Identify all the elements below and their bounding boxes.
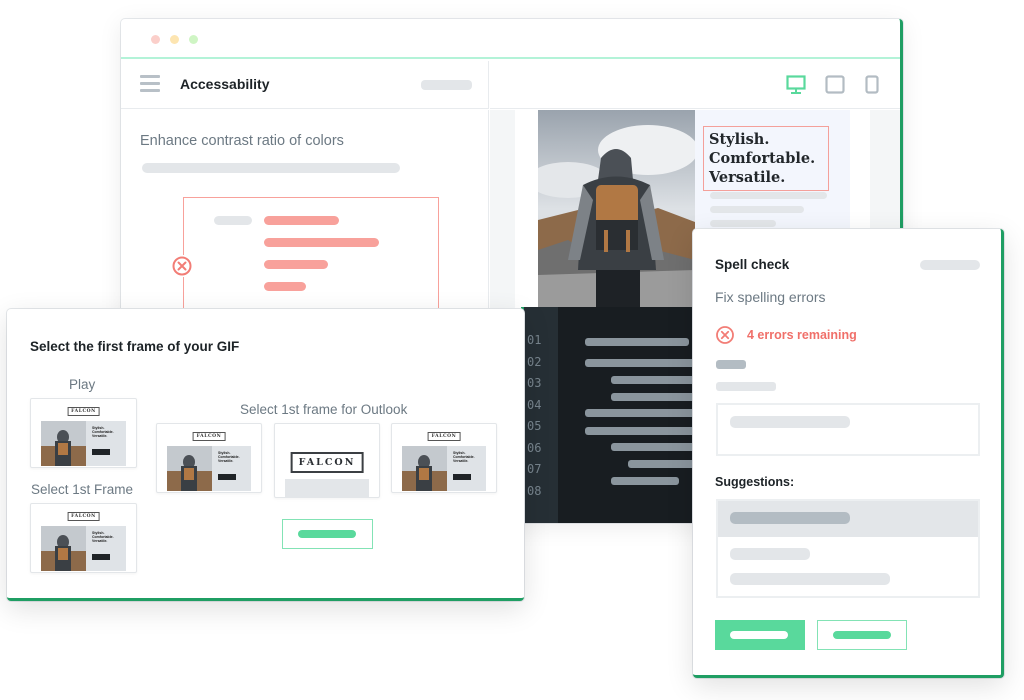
- errors-remaining-text: 4 errors remaining: [747, 328, 857, 342]
- window-titlebar: [121, 19, 900, 59]
- line-number: 01: [527, 333, 542, 347]
- thumbnail-headline: Stylish. Comfortable. Versatile.: [92, 531, 114, 543]
- headline-text[interactable]: Stylish. Comfortable. Versatile.: [703, 126, 829, 191]
- outlook-frame-label: Select 1st frame for Outlook: [240, 402, 408, 417]
- hiker-thumbnail-image: [167, 446, 212, 491]
- falcon-logo: FALCON: [192, 432, 226, 441]
- error-circle-icon: [171, 255, 193, 277]
- thumbnail-cta: [92, 554, 110, 560]
- suggestions-label: Suggestions:: [715, 475, 795, 489]
- hiker-thumbnail-image: [41, 421, 86, 466]
- code-line: [585, 359, 705, 367]
- suggestions-list: [716, 499, 980, 598]
- error-circle-icon: [716, 326, 734, 344]
- field-text-placeholder: [730, 416, 850, 428]
- line-number-gutter: 01 02 03 04 05 06 07 08: [524, 307, 558, 523]
- thumbnail-headline: Stylish. Comfortable. Versatile.: [92, 426, 114, 438]
- line-number: 08: [527, 484, 542, 498]
- code-line: [585, 427, 705, 435]
- apply-suggestion-button[interactable]: [715, 620, 805, 650]
- suggestion-item[interactable]: [730, 548, 810, 560]
- word-placeholder: [716, 360, 746, 369]
- suggestion-item[interactable]: [730, 573, 890, 585]
- line-number: 02: [527, 355, 542, 369]
- error-status: 4 errors remaining: [715, 325, 857, 345]
- falcon-logo: FALCON: [427, 432, 461, 441]
- header-placeholder-pill: [920, 260, 980, 270]
- spell-check-panel: Spell check Fix spelling errors 4 errors…: [693, 229, 1004, 678]
- confirm-frame-button[interactable]: [282, 519, 373, 549]
- low-contrast-line: [264, 238, 379, 247]
- first-frame-thumbnail[interactable]: FALCON Stylish. Comfortable. Versatile.: [30, 503, 137, 573]
- hiker-thumbnail-image: [41, 526, 86, 571]
- content-placeholder: [285, 479, 369, 497]
- falcon-logo-large: FALCON: [290, 452, 364, 473]
- window-maximize-button[interactable]: [189, 35, 198, 44]
- device-toolbar: [490, 61, 900, 109]
- gif-panel-title: Select the first frame of your GIF: [30, 339, 240, 354]
- phone-icon[interactable]: [865, 75, 879, 95]
- outlook-frame-option-2[interactable]: FALCON: [274, 423, 380, 498]
- panel-toolbar: Accessability: [121, 61, 489, 109]
- spell-check-title: Spell check: [715, 257, 790, 272]
- low-contrast-line: [264, 282, 306, 291]
- low-contrast-line: [264, 216, 339, 225]
- body-text-placeholder: [710, 192, 827, 199]
- window-close-button[interactable]: [151, 35, 160, 44]
- outlook-frame-option-3[interactable]: FALCON Stylish. Comfortable. Versatile.: [391, 423, 497, 493]
- falcon-logo: FALCON: [67, 512, 100, 521]
- misspelled-word-field[interactable]: [716, 403, 980, 456]
- toolbar-placeholder-pill: [421, 80, 472, 90]
- contrast-heading: Enhance contrast ratio of colors: [140, 133, 344, 149]
- line-number: 05: [527, 419, 542, 433]
- play-frame-thumbnail[interactable]: FALCON Stylish. Comfortable. Versatile.: [30, 398, 137, 468]
- panel-title: Accessability: [180, 76, 270, 92]
- body-text-placeholder: [710, 220, 776, 227]
- monitor-icon[interactable]: [786, 75, 806, 95]
- thumbnail-cta: [453, 474, 471, 480]
- code-line: [585, 409, 705, 417]
- description-placeholder: [142, 163, 400, 173]
- tablet-icon[interactable]: [825, 75, 845, 95]
- thumbnail-headline: Stylish. Comfortable. Versatile.: [218, 451, 240, 463]
- hamburger-icon[interactable]: [140, 75, 160, 93]
- suggestion-item-selected[interactable]: [718, 501, 978, 537]
- thumbnail-cta: [92, 449, 110, 455]
- hiker-with-backpack-photo: [538, 110, 695, 308]
- falcon-logo: FALCON: [67, 407, 100, 416]
- window-minimize-button[interactable]: [170, 35, 179, 44]
- line-number: 03: [527, 376, 542, 390]
- thumbnail-headline: Stylish. Comfortable. Versatile.: [453, 451, 475, 463]
- outlook-frame-option-1[interactable]: FALCON Stylish. Comfortable. Versatile.: [156, 423, 262, 493]
- context-placeholder: [716, 382, 776, 391]
- label-placeholder: [214, 216, 252, 225]
- play-label: Play: [69, 377, 96, 392]
- line-number: 07: [527, 462, 542, 476]
- gif-frame-panel: Select the first frame of your GIF Play …: [7, 309, 524, 601]
- select-first-frame-label: Select 1st Frame: [31, 482, 134, 497]
- line-number: 04: [527, 398, 542, 412]
- spell-check-subtitle: Fix spelling errors: [715, 289, 826, 305]
- line-number: 06: [527, 441, 542, 455]
- suggestion-text-placeholder: [730, 512, 850, 524]
- low-contrast-line: [264, 260, 328, 269]
- code-line: [585, 338, 689, 346]
- code-line: [611, 477, 679, 485]
- ignore-button[interactable]: [817, 620, 907, 650]
- hiker-thumbnail-image: [402, 446, 447, 491]
- body-text-placeholder: [710, 206, 804, 213]
- thumbnail-cta: [218, 474, 236, 480]
